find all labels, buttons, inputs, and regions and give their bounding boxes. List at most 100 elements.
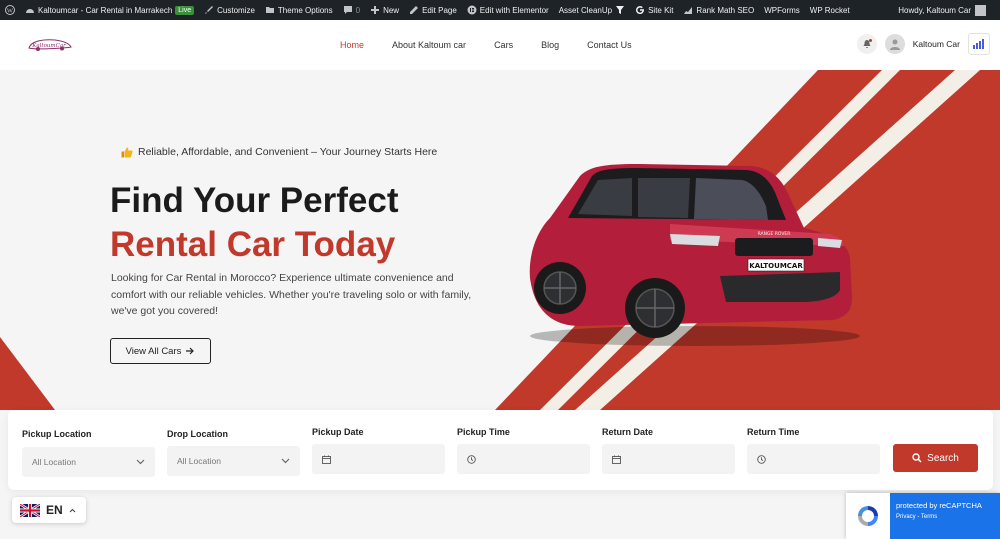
calendar-icon [322,455,331,464]
recaptcha-line1: protected by reCAPTCHA [896,501,982,510]
nav-blog[interactable]: Blog [541,40,559,50]
search-button-label: Search [927,452,959,464]
chart-icon [684,7,693,14]
notification-button[interactable] [856,34,877,54]
hero-description: Looking for Car Rental in Morocco? Exper… [111,272,472,317]
return-time-input[interactable] [747,444,880,474]
pickup-time-label: Pickup Time [457,427,510,437]
calendar-icon [612,455,621,464]
admin-edit-elementor-label: Edit with Elementor [479,5,549,15]
return-time-label: Return Time [747,427,800,437]
admin-site-kit[interactable]: Site Kit [630,0,678,20]
hero-section: Reliable, Affordable, and Convenient – Y… [0,70,1000,410]
admin-wp-rocket[interactable]: WP Rocket [805,0,855,20]
admin-edit-elementor[interactable]: Edit with Elementor [462,0,554,20]
pickup-date-input[interactable] [312,444,445,474]
nav-about[interactable]: About Kaltoum car [392,40,466,50]
folder-icon [265,7,274,13]
site-header: KaltoumCar Home About Kaltoum car Cars B… [0,20,1000,70]
admin-site-kit-label: Site Kit [648,5,674,15]
google-g-icon [636,6,645,15]
main-nav: Home About Kaltoum car Cars Blog Contact… [340,20,632,70]
admin-rank-math[interactable]: Rank Math SEO [678,0,759,20]
admin-asset-cleanup-label: Asset CleanUp [558,5,613,15]
view-all-cars-button[interactable]: View All Cars [110,338,211,364]
hero-tagline: Reliable, Affordable, and Convenient – Y… [121,146,437,158]
admin-site-name-label: Kaltoumcar - Car Rental in Marrakech [38,5,173,15]
car-grille-text: RANGE ROVER [758,231,791,237]
elementor-icon [467,5,477,15]
admin-new-label: New [383,5,400,15]
admin-wp-rocket-label: WP Rocket [809,5,850,15]
language-code: EN [46,503,63,517]
pickup-location-value: All Location [32,457,76,467]
drop-location-label: Drop Location [167,429,228,439]
admin-account[interactable]: Howdy, Kaltoum Car [898,4,1000,16]
plus-icon [371,6,380,14]
wordpress-logo-icon[interactable]: W [0,0,20,20]
search-icon [912,453,922,463]
hero-tagline-text: Reliable, Affordable, and Convenient – Y… [138,146,438,158]
view-all-cars-label: View All Cars [125,345,182,357]
admin-asset-cleanup[interactable]: Asset CleanUp [554,0,630,20]
admin-theme-options[interactable]: Theme Options [260,0,338,20]
logo-text: KaltoumCar [31,43,66,49]
wp-admin-bar: W Kaltoumcar - Car Rental in Marrakech L… [0,0,1000,20]
drop-location-value: All Location [177,456,221,466]
search-button[interactable]: Search [893,444,978,472]
recaptcha-logo-icon [846,493,890,539]
pickup-location-label: Pickup Location [22,429,92,439]
notification-dot [868,39,872,42]
user-avatar[interactable] [884,34,905,54]
recaptcha-text: protected by reCAPTCHA Privacy - Terms [890,493,1000,539]
booking-form: Pickup Location All Location Drop Locati… [8,410,993,490]
nav-contact[interactable]: Contact Us [587,40,632,50]
admin-edit-page-label: Edit Page [422,5,457,15]
live-badge: Live [175,5,195,15]
language-selector[interactable]: EN [12,497,86,523]
chevron-up-icon [69,508,76,512]
admin-rank-math-label: Rank Math SEO [696,5,755,15]
admin-customize-label: Customize [217,5,255,15]
admin-comments-count: 0 [355,5,361,15]
chevron-down-icon [136,459,145,465]
admin-new[interactable]: New [365,0,404,20]
pickup-location-select[interactable]: All Location [22,447,155,477]
uk-flag-icon [20,503,40,517]
site-logo[interactable]: KaltoumCar [25,36,73,54]
drop-location-select[interactable]: All Location [167,446,300,476]
nav-home[interactable]: Home [340,40,364,50]
header-actions: Kaltoum Car [856,33,990,55]
admin-avatar [975,4,986,16]
svg-text:W: W [7,7,14,14]
user-name[interactable]: Kaltoum Car [913,39,960,49]
return-date-input[interactable] [602,444,735,474]
admin-site-name[interactable]: Kaltoumcar - Car Rental in Marrakech Liv… [20,0,199,20]
nav-cars[interactable]: Cars [494,40,513,50]
comment-icon [343,6,352,14]
pickup-time-input[interactable] [457,444,590,474]
analytics-widget[interactable] [968,33,990,55]
recaptcha-badge[interactable]: protected by reCAPTCHA Privacy - Terms [846,493,1000,539]
admin-comments[interactable]: 0 [338,0,365,20]
clock-icon [467,454,476,464]
brush-icon [205,6,214,14]
car-image: RANGE ROVER KALTOUMCAR [529,164,860,346]
bar-chart-icon [973,39,984,49]
recaptcha-links[interactable]: Privacy - Terms [896,514,994,520]
clock-icon [757,454,766,464]
dashboard-icon [26,9,34,13]
user-icon [889,39,900,50]
hero-title-line1: Find Your Perfect [110,181,399,220]
thumbs-up-icon [121,147,133,157]
car-plate-text: KALTOUMCAR [749,262,803,270]
admin-edit-page[interactable]: Edit Page [404,0,462,20]
hero-title-line2: Rental Car Today [110,225,396,264]
admin-wpforms-label: WPForms [764,5,800,15]
arrow-right-icon [186,347,195,355]
filter-icon [616,6,625,14]
pickup-date-label: Pickup Date [312,427,364,437]
return-date-label: Return Date [602,427,654,437]
admin-wpforms[interactable]: WPForms [759,0,805,20]
admin-customize[interactable]: Customize [199,0,260,20]
